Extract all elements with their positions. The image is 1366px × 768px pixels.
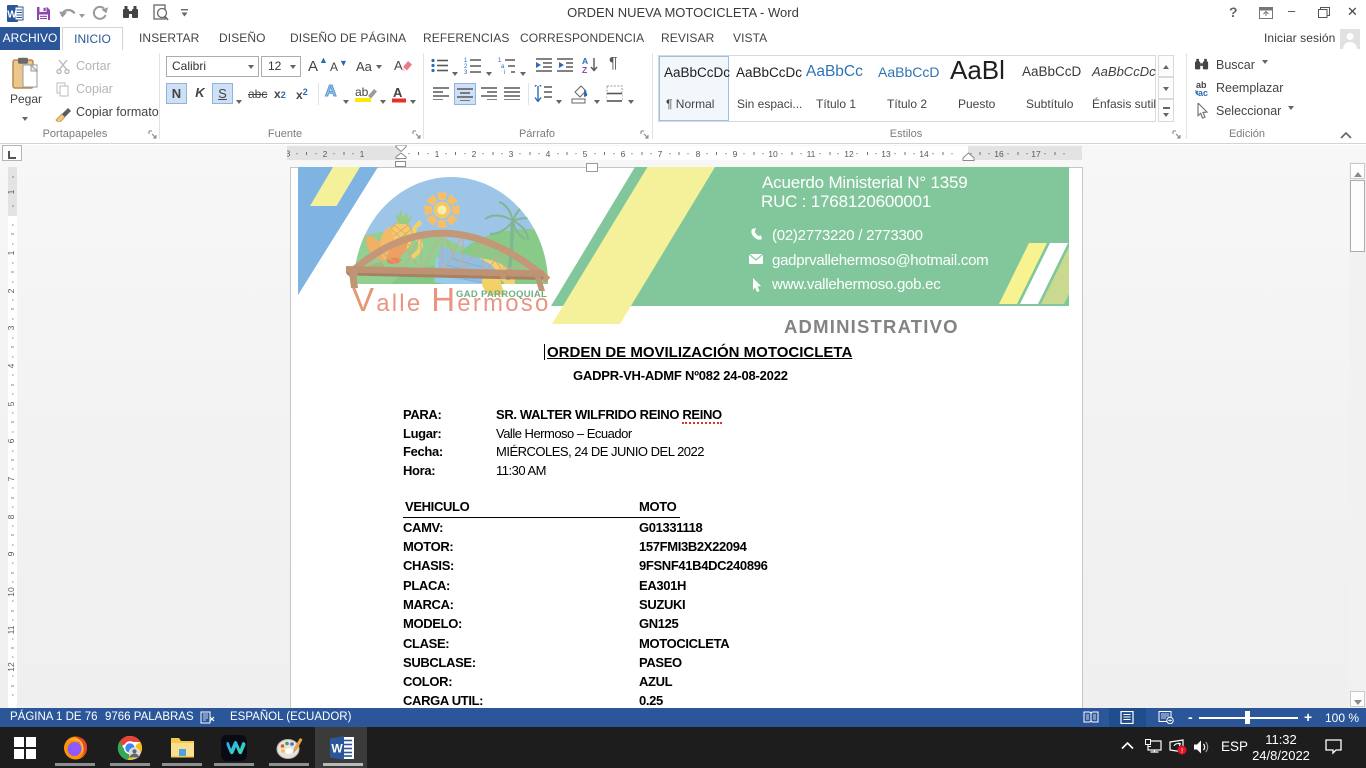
svg-text:11: 11 (8, 625, 16, 634)
svg-text:2: 2 (472, 149, 477, 159)
svg-text:14: 14 (919, 149, 929, 159)
svg-text:13: 13 (881, 149, 891, 159)
svg-text:8: 8 (696, 149, 701, 159)
svg-text:A: A (394, 58, 403, 73)
svg-text:ac: ac (1198, 88, 1208, 97)
svg-text:6: 6 (621, 149, 626, 159)
svg-text:12: 12 (8, 662, 16, 672)
svg-text:www.vallehermoso.gob.ec: www.vallehermoso.gob.ec (771, 276, 941, 293)
svg-text:2: 2 (323, 149, 328, 159)
svg-text:3: 3 (509, 149, 514, 159)
svg-text:Z: Z (582, 65, 587, 74)
svg-text:(02)2773220 / 2773300: (02)2773220 / 2773300 (772, 227, 923, 244)
svg-text:5: 5 (583, 149, 588, 159)
svg-text:W: W (331, 742, 343, 756)
svg-text:9: 9 (733, 149, 738, 159)
svg-text:3: 3 (464, 70, 468, 74)
svg-text:6: 6 (8, 438, 16, 443)
svg-text:A: A (393, 85, 403, 100)
svg-text:10: 10 (768, 149, 778, 159)
svg-text:3: 3 (287, 149, 291, 159)
svg-text:ab: ab (355, 85, 369, 99)
svg-text:12: 12 (844, 149, 854, 159)
svg-text:7: 7 (658, 149, 663, 159)
svg-text:2: 2 (8, 288, 16, 293)
svg-text:gadprvallehermoso@hotmail.com: gadprvallehermoso@hotmail.com (772, 252, 988, 269)
svg-text:16: 16 (994, 149, 1004, 159)
svg-text:11: 11 (807, 149, 816, 159)
svg-text:5: 5 (8, 401, 16, 406)
svg-text:Valle Hermoso: Valle Hermoso (352, 281, 551, 318)
svg-text:10: 10 (8, 587, 16, 597)
svg-text:1: 1 (8, 189, 16, 194)
svg-text:8: 8 (8, 514, 16, 519)
svg-text:Acuerdo Ministerial N° 1359: Acuerdo Ministerial N° 1359 (762, 173, 968, 192)
svg-text:1: 1 (435, 149, 440, 159)
svg-text:9: 9 (8, 551, 16, 556)
svg-text:1: 1 (360, 149, 365, 159)
svg-text:RUC : 1768120600001: RUC : 1768120600001 (761, 192, 931, 211)
svg-text:i: i (504, 70, 505, 74)
svg-text:4: 4 (546, 149, 551, 159)
svg-text:17: 17 (1031, 149, 1041, 159)
svg-text:3: 3 (8, 325, 16, 330)
svg-text:7: 7 (8, 476, 16, 481)
svg-text:1: 1 (8, 250, 16, 255)
svg-text:!: ! (1181, 746, 1183, 755)
svg-text:4: 4 (8, 363, 16, 368)
